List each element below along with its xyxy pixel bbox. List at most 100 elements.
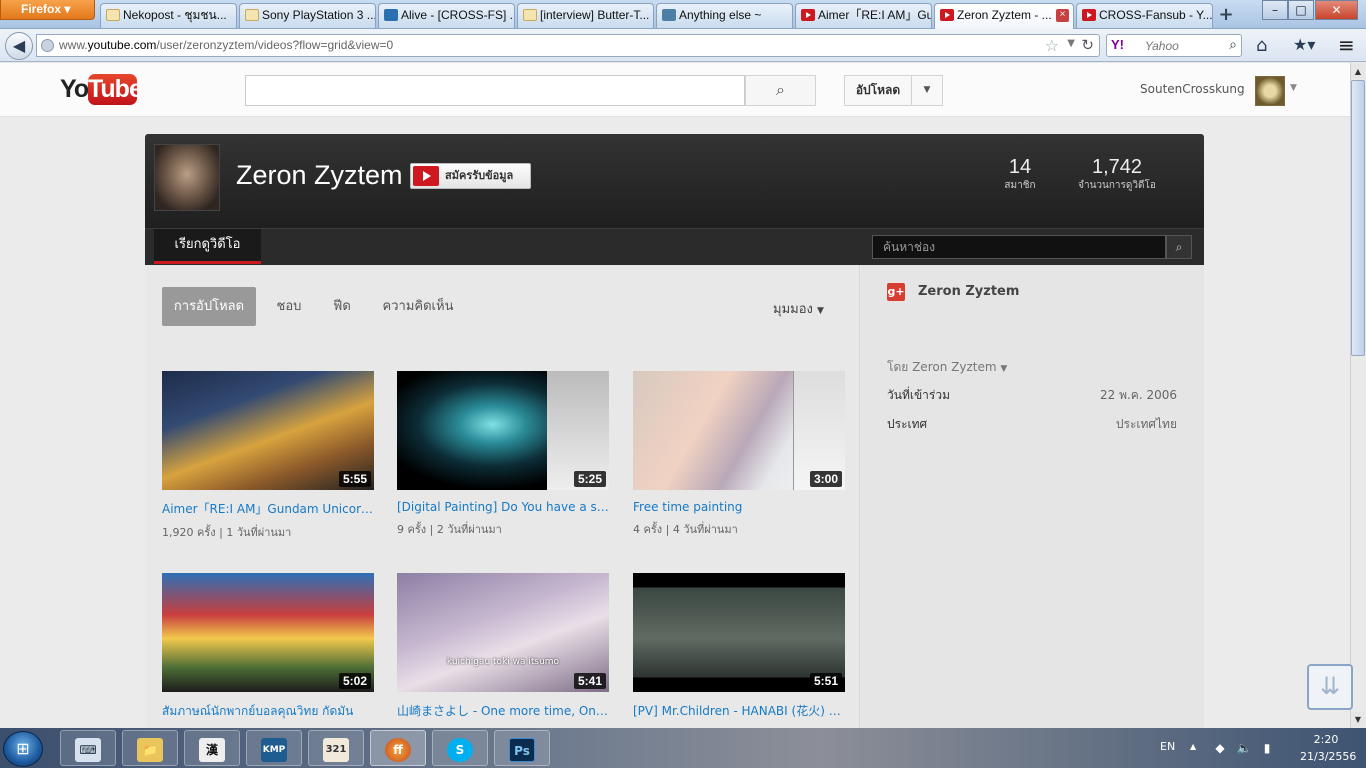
browser-tab[interactable]: Alive - [CROSS-FS] ... — [378, 3, 515, 28]
video-card[interactable]: 5:02 สัมภาษณ์นักพากย์บอลคุณวิทย กัดมัน — [162, 573, 374, 727]
scrollbar-thumb[interactable] — [1351, 80, 1365, 356]
chevron-down-icon: ▼ — [923, 85, 931, 95]
channel-avatar[interactable] — [154, 144, 220, 211]
clock-date[interactable]: 21/3/2556 — [1300, 750, 1356, 763]
taskbar-skype-app[interactable]: S — [432, 730, 488, 766]
video-duration: 5:02 — [338, 673, 371, 689]
browser-tab-strip: Firefox ▾ Nekopost - ชุมชน... Sony PlayS… — [0, 0, 1366, 29]
video-card[interactable]: 3:00 Free time painting 4 ครั้ง | 4 วันท… — [633, 371, 845, 538]
taskbar-kmplayer-app[interactable]: KMP — [246, 730, 302, 766]
search-icon[interactable]: ⌕ — [1229, 37, 1237, 53]
subscribe-label: สมัครรับข้อมูล — [445, 169, 514, 182]
video-title[interactable]: สัมภาษณ์นักพากย์บอลคุณวิทย กัดมัน — [162, 702, 374, 721]
view-number: 1,742 — [1091, 156, 1143, 178]
subscribe-button[interactable]: สมัครรับข้อมูล — [410, 163, 531, 189]
search-engine-bar[interactable]: Y! Yahoo ⌕ — [1106, 34, 1242, 57]
account-username[interactable]: SoutenCrosskung — [1140, 82, 1245, 96]
channel-search-input[interactable]: ค้นหาช่อง — [872, 235, 1166, 259]
youtube-play-icon — [413, 166, 439, 186]
site-icon — [662, 9, 676, 21]
yahoo-logo-icon[interactable]: Y! — [1111, 37, 1124, 52]
windows-start-button[interactable]: ⊞ — [3, 731, 43, 767]
browser-tab[interactable]: Sony PlayStation 3 ... — [239, 3, 376, 28]
video-thumbnail[interactable]: 5:55 — [162, 371, 374, 490]
tab-feed[interactable]: ฟีด — [327, 287, 357, 326]
network-icon[interactable]: ◆ — [1212, 740, 1228, 756]
google-plus-profile-link[interactable]: Zeron Zyztem — [918, 284, 1019, 299]
owner-dropdown[interactable]: โดย Zeron Zyztem ▼ — [887, 358, 1007, 377]
taskbar-explorer-app[interactable]: 📁 — [122, 730, 178, 766]
browser-tab[interactable]: CROSS-Fansub - Y... — [1076, 3, 1213, 28]
tab-comments[interactable]: ความคิดเห็น — [378, 287, 458, 326]
close-tab-icon[interactable]: × — [1056, 9, 1069, 22]
taskbar-photoshop-app[interactable]: Ps — [494, 730, 550, 766]
tab-browse-videos[interactable]: เรียกดูวิดีโอ — [154, 229, 261, 264]
show-hidden-icons-icon[interactable]: ▲ — [1190, 742, 1196, 751]
menu-icon[interactable]: ≡ — [1338, 33, 1355, 57]
page-icon — [245, 9, 259, 21]
country-value: ประเทศไทย — [1115, 417, 1177, 431]
video-card[interactable]: 5:51 [PV] Mr.Children - HANABI (花火) - S.… — [633, 573, 845, 725]
clock-time[interactable]: 2:20 — [1300, 733, 1352, 746]
channel-search-button[interactable]: ⌕ — [1166, 235, 1192, 259]
video-thumbnail[interactable]: 3:00 — [633, 371, 845, 490]
scroll-up-arrow-icon[interactable]: ▲ — [1351, 64, 1365, 79]
video-card[interactable]: kuichigau toki wa itsumo 5:41 山崎まさよし - O… — [397, 573, 609, 725]
youtube-search-input[interactable] — [245, 75, 745, 106]
video-card[interactable]: 5:55 Aimer「RE:I AM」Gundam Unicorn E... 1… — [162, 371, 374, 541]
video-title[interactable]: [Digital Painting] Do You have a soul? — [397, 500, 609, 514]
google-plus-icon[interactable]: g+ — [887, 283, 905, 301]
youtube-icon — [1082, 9, 1096, 21]
site-identity-icon[interactable] — [41, 39, 54, 52]
browser-tab[interactable]: Nekopost - ชุมชน... — [100, 3, 237, 28]
taskbar-keyboard-app[interactable]: ⌨ — [60, 730, 116, 766]
firefox-menu-button[interactable]: Firefox ▾ — [0, 0, 95, 20]
video-thumbnail[interactable]: 5:25 — [397, 371, 609, 490]
view-mode-dropdown[interactable]: มุมมอง ▼ — [773, 298, 824, 319]
volume-icon[interactable]: 🔈 — [1236, 740, 1252, 756]
search-icon: ⌕ — [776, 80, 785, 99]
tab-uploads[interactable]: การอัปโหลด — [162, 287, 256, 326]
video-thumbnail[interactable]: 5:02 — [162, 573, 374, 692]
taskbar-kanji-app[interactable]: 漢 — [184, 730, 240, 766]
video-title[interactable]: Aimer「RE:I AM」Gundam Unicorn E... — [162, 500, 374, 517]
language-indicator[interactable]: EN — [1160, 740, 1175, 753]
avatar[interactable] — [1255, 76, 1285, 106]
video-thumbnail[interactable]: kuichigau toki wa itsumo 5:41 — [397, 573, 609, 692]
bookmark-star-icon[interactable]: ☆ — [1045, 36, 1059, 55]
home-icon[interactable]: ⌂ — [1256, 35, 1267, 56]
tab-likes[interactable]: ชอบ — [269, 287, 309, 326]
video-title[interactable]: 山崎まさよし - One more time, One ... — [397, 702, 609, 719]
new-tab-button[interactable]: + — [1215, 5, 1237, 27]
upload-dropdown-button[interactable]: ▼ — [911, 75, 943, 106]
chevron-down-icon: ▼ — [1000, 364, 1008, 374]
video-card[interactable]: 5:25 [Digital Painting] Do You have a so… — [397, 371, 609, 538]
browser-tab[interactable]: Aimer「RE:I AM」Gu... — [795, 3, 932, 28]
scroll-down-arrow-icon[interactable]: ▼ — [1351, 712, 1365, 727]
browser-tab[interactable]: Anything else ~ — [656, 3, 793, 28]
bookmarks-menu-icon[interactable]: ★▾ — [1293, 35, 1315, 54]
joined-label: วันที่เข้าร่วม — [887, 388, 950, 402]
maximize-button[interactable]: □ — [1288, 0, 1314, 20]
minimize-button[interactable]: – — [1262, 0, 1288, 20]
taskbar-firefox-app[interactable]: ff — [370, 730, 426, 766]
channel-title[interactable]: Zeron Zyztem — [236, 160, 403, 191]
youtube-search-button[interactable]: ⌕ — [745, 75, 816, 106]
video-title[interactable]: [PV] Mr.Children - HANABI (花火) - S... — [633, 702, 845, 719]
back-button[interactable]: ◀ — [5, 32, 33, 60]
video-duration: 5:41 — [573, 673, 606, 689]
chevron-down-icon[interactable]: ▼ — [1290, 83, 1297, 93]
upload-button[interactable]: อัปโหลด — [844, 75, 912, 106]
address-bar[interactable]: www.youtube.com/user/zeronzyztem/videos?… — [36, 34, 1100, 57]
video-title[interactable]: Free time painting — [633, 500, 845, 514]
power-icon[interactable]: ▮ — [1259, 740, 1275, 756]
browser-tab[interactable]: [interview] Butter-T... — [517, 3, 654, 28]
video-thumbnail[interactable]: 5:51 — [633, 573, 845, 692]
close-window-button[interactable]: ✕ — [1315, 0, 1358, 20]
taskbar-media-player-app[interactable]: 321 — [308, 730, 364, 766]
logo-tube-text: Tube — [88, 74, 143, 105]
download-helper-icon[interactable]: ⇊ — [1307, 664, 1353, 710]
reload-icon[interactable]: ↻ — [1081, 36, 1094, 54]
url-history-dropdown-icon[interactable]: ▼ — [1067, 38, 1075, 49]
browser-tab-active[interactable]: Zeron Zyztem - ... × — [934, 3, 1074, 29]
